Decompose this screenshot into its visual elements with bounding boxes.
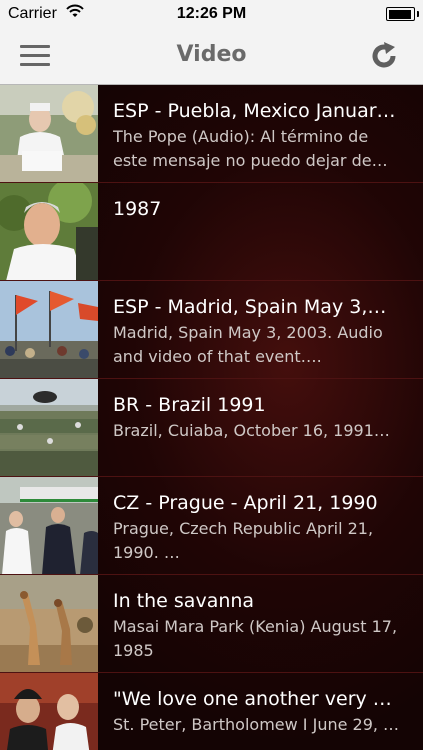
list-item[interactable]: ESP - Madrid, Spain May 3,… Madrid, Spai… xyxy=(0,281,423,379)
list-item[interactable]: CZ - Prague - April 21, 1990 Prague, Cze… xyxy=(0,477,423,575)
page-title: Video xyxy=(176,42,247,67)
battery-level xyxy=(388,9,412,19)
video-title: ESP - Madrid, Spain May 3,… xyxy=(113,296,387,318)
video-thumbnail xyxy=(0,85,98,182)
status-bar: Carrier 12:26 PM xyxy=(0,0,423,28)
video-description: The Pope (Audio): Al término de este men… xyxy=(113,127,388,170)
video-thumbnail xyxy=(0,281,98,378)
list-item[interactable]: In the savanna Masai Mara Park (Kenia) A… xyxy=(0,575,423,673)
video-thumbnail xyxy=(0,183,98,280)
video-title: 1987 xyxy=(113,198,162,220)
refresh-icon[interactable] xyxy=(369,41,399,71)
video-description: St. Peter, Bartholomew I June 29, … xyxy=(113,715,400,734)
navigation-bar: Video xyxy=(0,28,423,85)
video-thumbnail xyxy=(0,673,98,750)
video-thumbnail xyxy=(0,575,98,672)
video-thumbnail xyxy=(0,379,98,476)
list-item[interactable]: 1987 xyxy=(0,183,423,281)
status-time: 12:26 PM xyxy=(176,5,247,22)
video-title: In the savanna xyxy=(113,590,255,612)
video-thumbnail xyxy=(0,477,98,574)
battery-icon xyxy=(386,7,419,21)
hamburger-menu-icon[interactable] xyxy=(20,45,50,67)
video-title: CZ - Prague - April 21, 1990 xyxy=(113,492,378,514)
video-list[interactable]: ESP - Puebla, Mexico January… The Pope (… xyxy=(0,85,423,750)
list-item[interactable]: BR - Brazil 1991 Brazil, Cuiaba, October… xyxy=(0,379,423,477)
video-description: Madrid, Spain May 3, 2003. Audio and vid… xyxy=(113,323,383,366)
video-description: Masai Mara Park (Kenia) August 17, 1985 xyxy=(113,617,398,660)
video-title: ESP - Puebla, Mexico January… xyxy=(113,100,405,122)
video-title: "We love one another very m… xyxy=(113,688,405,710)
video-title: BR - Brazil 1991 xyxy=(113,394,266,416)
list-item[interactable]: "We love one another very m… St. Peter, … xyxy=(0,673,423,750)
video-description: Brazil, Cuiaba, October 16, 1991… xyxy=(113,421,390,440)
list-item[interactable]: ESP - Puebla, Mexico January… The Pope (… xyxy=(0,85,423,183)
video-description: Prague, Czech Republic April 21, 1990. … xyxy=(113,519,374,562)
